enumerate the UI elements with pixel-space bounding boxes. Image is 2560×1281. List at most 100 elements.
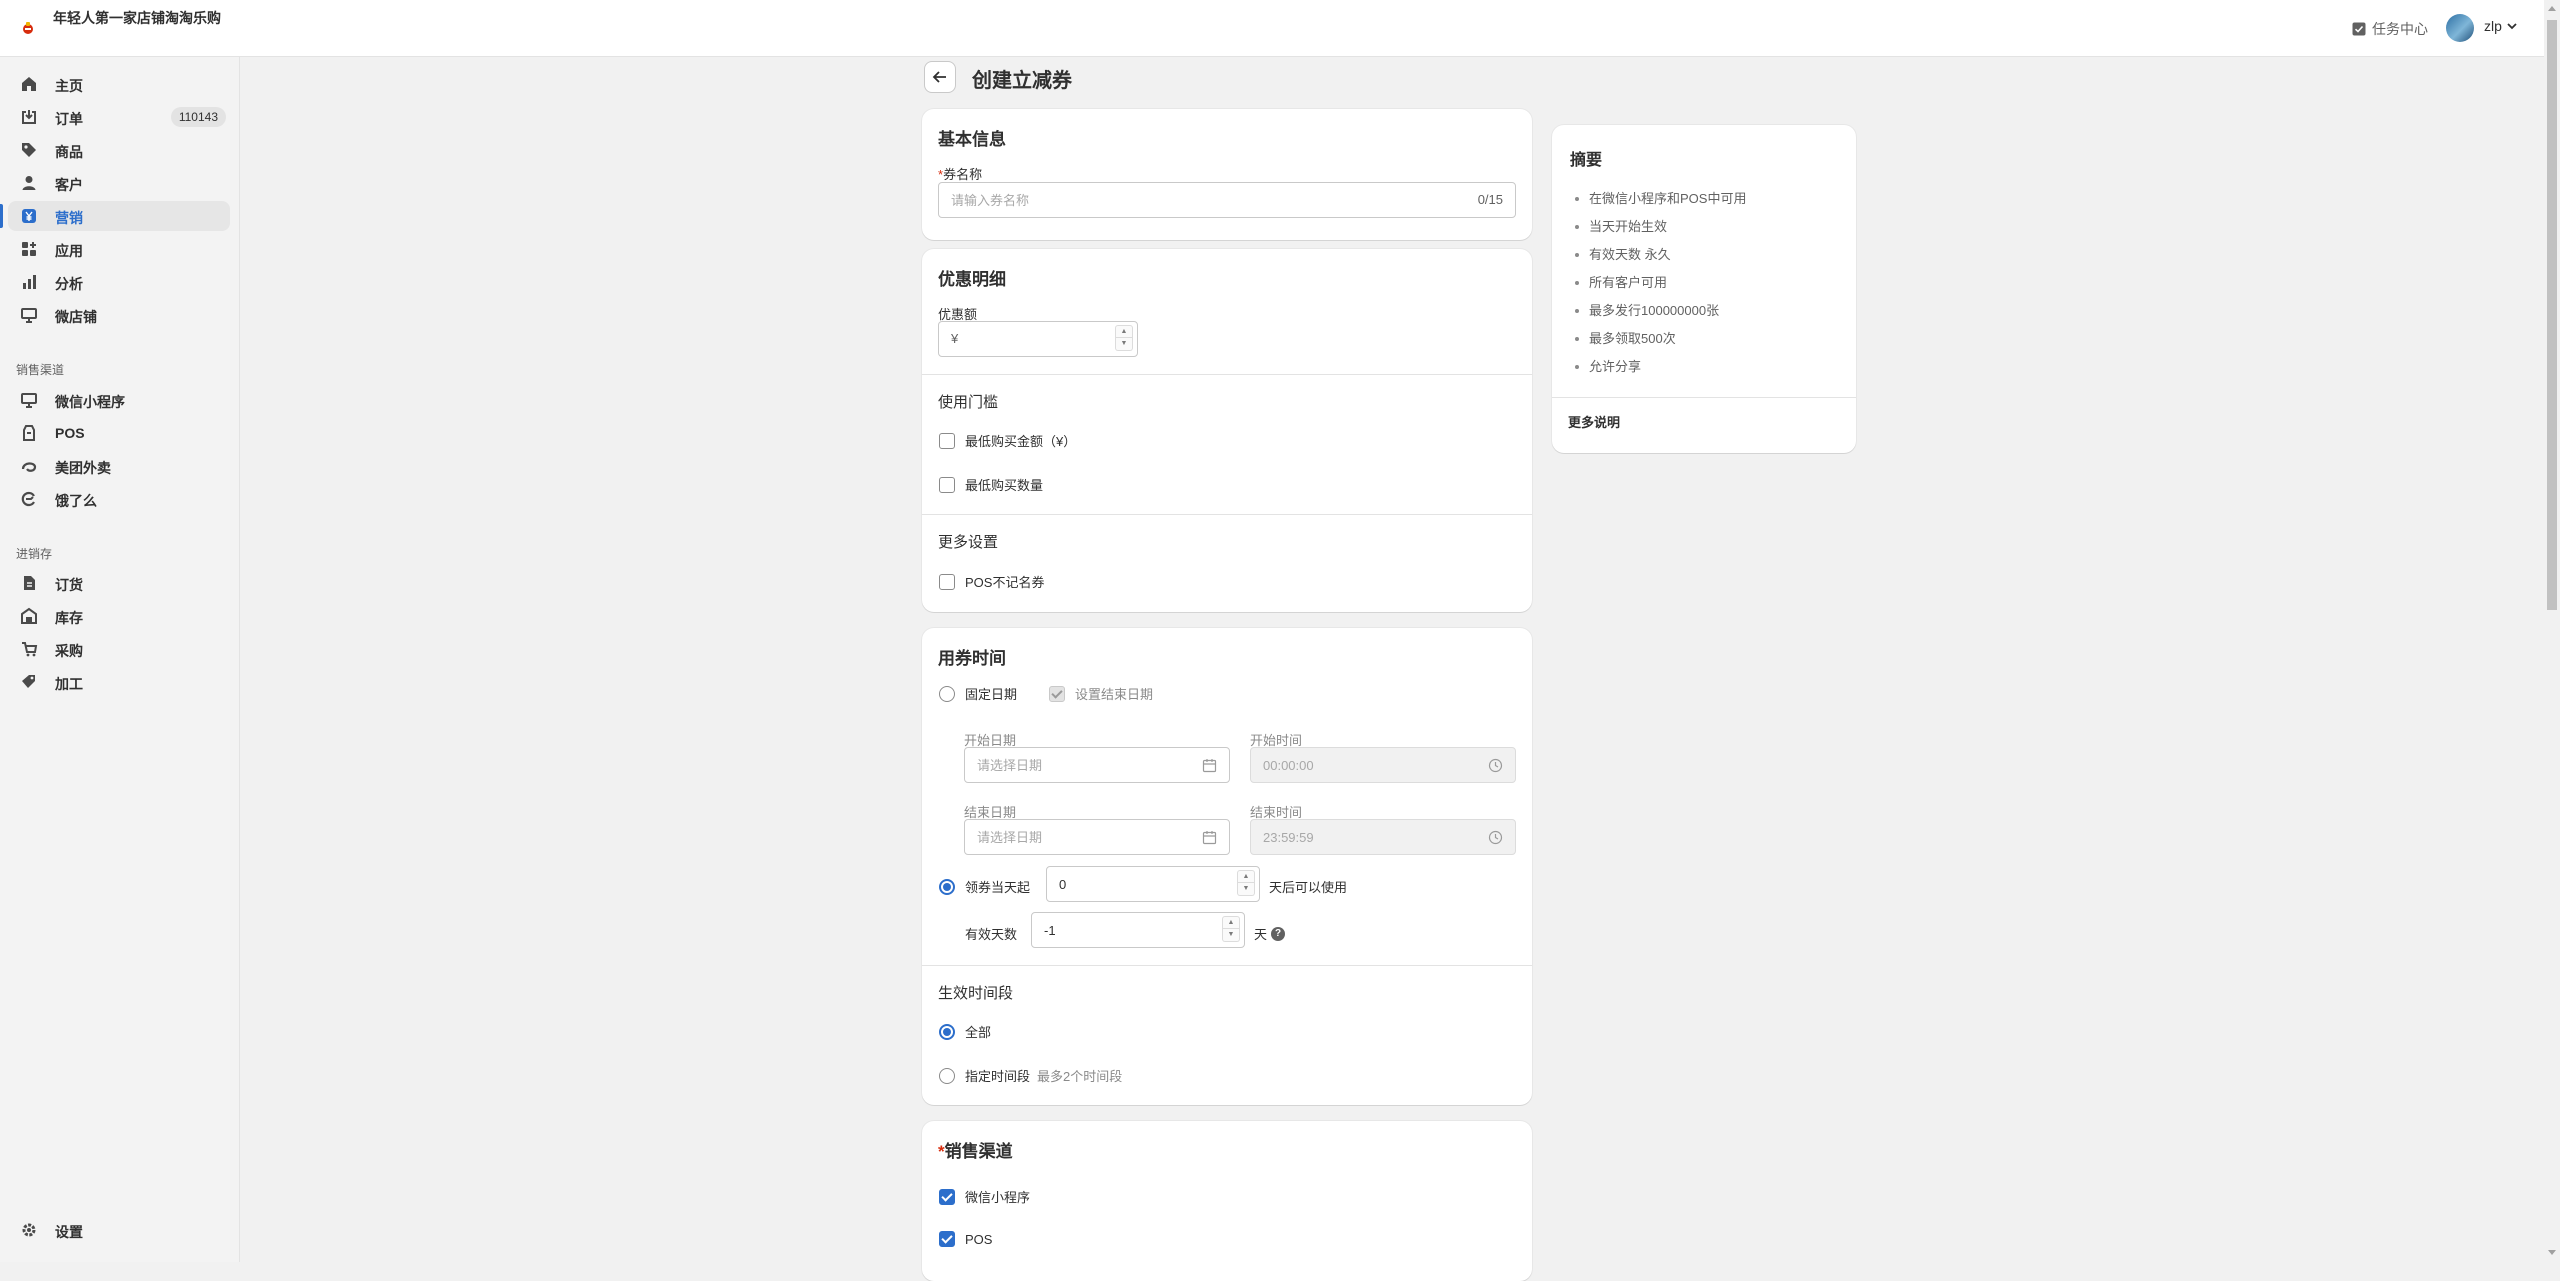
sidebar-item-label: 微信小程序 [55, 394, 125, 410]
meituan-icon [21, 462, 37, 472]
min-amount-checkbox[interactable] [939, 432, 955, 449]
coupon-name-input[interactable] [951, 191, 1431, 209]
stepper-up-icon[interactable]: ▲ [1237, 870, 1255, 883]
coupon-name-field[interactable]: 0/15 [938, 182, 1516, 218]
storefront-icon [21, 308, 37, 323]
effective-period-heading: 生效时间段 [938, 985, 1014, 1002]
discount-amount-input[interactable] [965, 330, 1105, 348]
from-claim-days-input[interactable] [1059, 875, 1219, 893]
from-claim-days-field[interactable]: ▲ ▼ [1046, 866, 1260, 902]
sidebar-item-customers[interactable]: 客户 [8, 168, 230, 198]
period-specific-radio-row[interactable]: 指定时间段 最多2个时间段 [939, 1066, 1122, 1085]
currency-prefix: ¥ [951, 331, 959, 346]
sidebar-item-settings[interactable]: 设置 [8, 1215, 230, 1245]
orders-icon [22, 110, 36, 124]
min-amount-checkbox-row[interactable]: 最低购买金额（¥） [939, 431, 1076, 450]
scroll-up-icon[interactable] [2548, 6, 2556, 11]
fixed-date-radio-row[interactable]: 固定日期 [939, 684, 1017, 703]
sidebar-item-purchasing[interactable]: 采购 [8, 634, 230, 664]
orders-count-badge: 110143 [170, 107, 226, 127]
sales-channels-heading: 销售渠道 [16, 363, 65, 377]
set-end-date-checkbox-row[interactable]: 设置结束日期 [1049, 684, 1153, 703]
period-specific-radio[interactable] [939, 1067, 955, 1084]
task-center-label: 任务中心 [2372, 21, 2428, 37]
stepper-down-icon[interactable]: ▼ [1237, 883, 1255, 896]
discount-amount-field[interactable]: ¥ ▲ ▼ [938, 321, 1138, 357]
stepper-down-icon[interactable]: ▼ [1115, 338, 1133, 351]
divider [922, 374, 1532, 375]
sidebar-item-label: 加工 [55, 676, 83, 692]
min-qty-checkbox-row[interactable]: 最低购买数量 [939, 475, 1043, 494]
from-claim-radio[interactable] [939, 878, 955, 895]
end-date-field[interactable] [964, 819, 1230, 855]
amount-stepper[interactable]: ▲ ▼ [1115, 325, 1133, 353]
user-menu-button[interactable]: zlp [2484, 18, 2518, 34]
set-end-date-checkbox[interactable] [1049, 685, 1065, 702]
monitor-icon [21, 393, 37, 408]
sidebar-item-inventory[interactable]: 库存 [8, 601, 230, 631]
period-all-radio[interactable] [939, 1023, 955, 1040]
channel-pos-checkbox-row[interactable]: POS [939, 1231, 992, 1247]
scroll-thumb[interactable] [2547, 20, 2557, 610]
stepper-up-icon[interactable]: ▲ [1115, 325, 1133, 338]
sidebar-item-micro-store[interactable]: 微店铺 [8, 300, 230, 330]
sidebar-item-label: 饿了么 [55, 493, 97, 509]
sidebar-item-label: 库存 [55, 610, 83, 626]
channel-wechat-checkbox-row[interactable]: 微信小程序 [939, 1187, 1030, 1206]
period-all-radio-row[interactable]: 全部 [939, 1022, 991, 1041]
start-date-input[interactable] [977, 756, 1177, 774]
start-date-field[interactable] [964, 747, 1230, 783]
sidebar-item-home[interactable]: 主页 [8, 69, 230, 99]
avatar[interactable] [2446, 14, 2474, 42]
sidebar-item-meituan[interactable]: 美团外卖 [8, 451, 230, 481]
set-end-date-label: 设置结束日期 [1075, 687, 1154, 702]
sidebar-item-orders[interactable]: 订单 110143 [8, 102, 230, 132]
help-icon[interactable]: ? [1271, 926, 1286, 941]
page-scrollbar[interactable] [2544, 0, 2560, 1262]
summary-title: 摘要 [1570, 152, 1603, 169]
min-qty-label: 最低购买数量 [965, 478, 1044, 493]
sidebar-item-apps[interactable]: 应用 [8, 234, 230, 264]
sidebar-item-analytics[interactable]: 分析 [8, 267, 230, 297]
pos-anonymous-checkbox-row[interactable]: POS不记名券 [939, 572, 1044, 591]
sidebar-item-label: 营销 [55, 210, 83, 226]
valid-days-input[interactable] [1044, 921, 1204, 939]
store-name[interactable]: 年轻人第一家店铺淘淘乐购 [53, 8, 223, 28]
document-icon [24, 576, 35, 590]
more-info-link[interactable]: 更多说明 [1568, 412, 1620, 431]
fixed-date-radio[interactable] [939, 685, 955, 702]
sidebar-item-marketing[interactable]: 营销 [0, 201, 230, 231]
valid-days-suffix: 天 [1254, 927, 1268, 942]
from-claim-radio-row[interactable]: 领券当天起 [939, 877, 1030, 896]
min-qty-checkbox[interactable] [939, 476, 955, 493]
valid-days-suffix-row: 天 ? [1254, 924, 1286, 943]
end-date-input[interactable] [977, 828, 1177, 846]
start-time-input[interactable] [1263, 756, 1463, 774]
end-time-field[interactable] [1250, 819, 1516, 855]
scroll-down-icon[interactable] [2548, 1250, 2556, 1255]
sidebar-item-processing[interactable]: 加工 [8, 667, 230, 697]
back-button[interactable] [924, 61, 956, 93]
sidebar-item-pos[interactable]: POS [8, 418, 230, 448]
valid-days-stepper[interactable]: ▲ ▼ [1222, 916, 1240, 944]
channel-wechat-checkbox[interactable] [939, 1188, 955, 1205]
sidebar-item-ordering[interactable]: 订货 [8, 568, 230, 598]
channel-pos-checkbox[interactable] [939, 1231, 955, 1247]
task-center-button[interactable]: 任务中心 [2352, 18, 2428, 40]
sidebar-item-eleme[interactable]: 饿了么 [8, 484, 230, 514]
start-time-field[interactable] [1250, 747, 1516, 783]
usage-time-card: 用券时间 固定日期 设置结束日期 开始日期 开始时间 结束日期 结束时间 领券当… [922, 628, 1532, 1105]
valid-days-field[interactable]: ▲ ▼ [1031, 912, 1245, 948]
stepper-down-icon[interactable]: ▼ [1222, 929, 1240, 942]
store-logo-icon[interactable] [20, 20, 36, 36]
days-stepper[interactable]: ▲ ▼ [1237, 870, 1255, 898]
summary-list: 在微信小程序和POS中可用 当天开始生效 有效天数 永久 所有客户可用 最多发行… [1574, 189, 1746, 385]
sidebar-item-products[interactable]: 商品 [8, 135, 230, 165]
end-time-input[interactable] [1263, 828, 1463, 846]
pos-anonymous-checkbox[interactable] [939, 573, 955, 590]
sidebar: 主页 订单 110143 商品 客户 营销 应用 分析 微店铺 销售渠道 微信小… [0, 57, 240, 1262]
stepper-up-icon[interactable]: ▲ [1222, 916, 1240, 929]
sidebar-item-wechat-miniprogram[interactable]: 微信小程序 [8, 385, 230, 415]
from-claim-label: 领券当天起 [965, 880, 1031, 895]
sidebar-item-label: 采购 [55, 643, 83, 659]
